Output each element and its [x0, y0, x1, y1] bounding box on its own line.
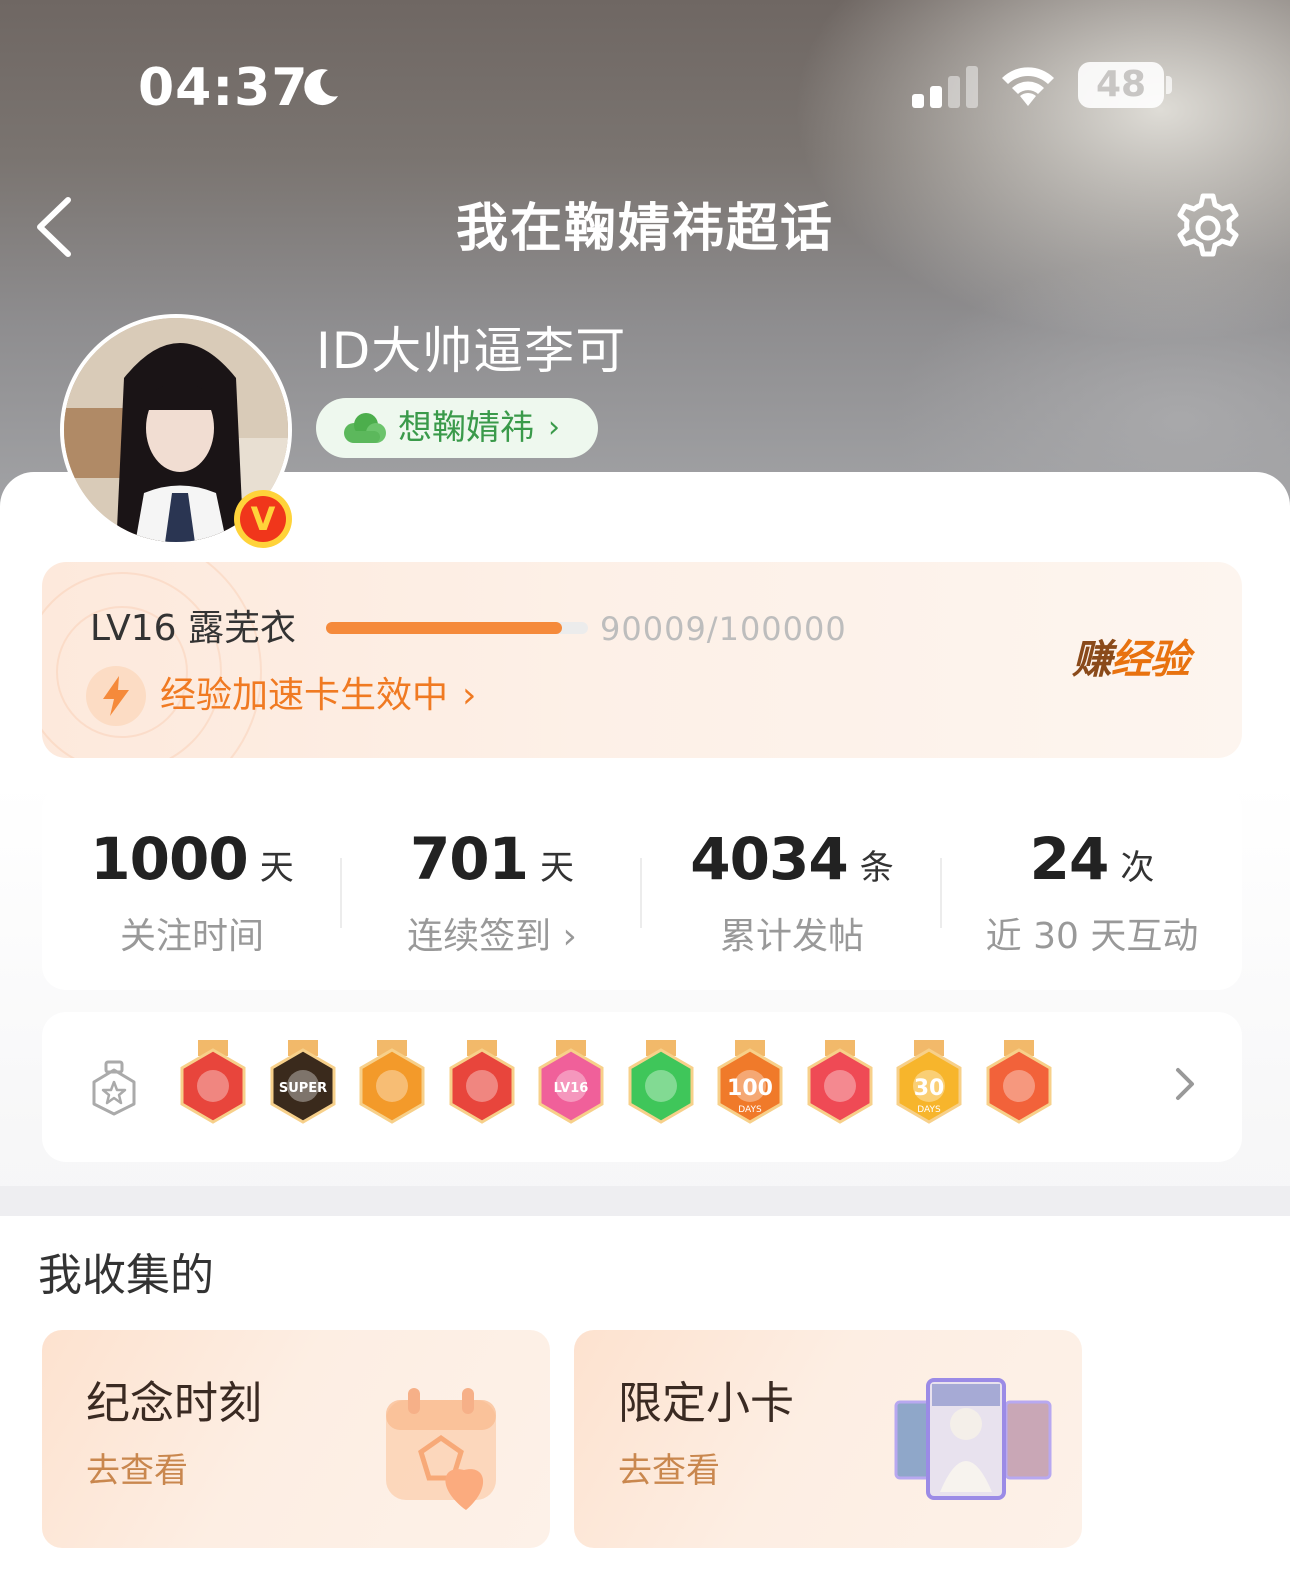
stat-total-posts: 4034 条 累计发帖 [642, 786, 942, 990]
settings-gear-icon[interactable] [1170, 190, 1246, 266]
badge-text: 30 [914, 1076, 945, 1101]
stat-checkin-streak[interactable]: 701 天 连续签到 › [342, 786, 642, 990]
battery-cap [1166, 76, 1172, 94]
rock-hand-badge [986, 1040, 1051, 1124]
badge-text: SUPER [278, 1081, 326, 1096]
username: ID大帅逼李可 [316, 322, 627, 380]
calendar-heart-icon [386, 1388, 496, 1510]
chevron-right-icon: › [462, 675, 477, 716]
hand-badge [628, 1040, 693, 1124]
wifi-icon [1002, 67, 1054, 106]
lv16-badge: LV16 [538, 1040, 604, 1124]
fan-group-pill[interactable]: 想鞠婧祎 › [316, 398, 598, 458]
stat-label: 关注时间 [119, 916, 264, 957]
stat-follow-days: 1000 天 关注时间 [42, 786, 342, 990]
100-days-badge: 100 DAYS [717, 1040, 783, 1124]
badge-days-caption: DAYS [917, 1105, 941, 1115]
verified-v-label: V [240, 496, 286, 542]
stat-unit: 次 [1120, 848, 1155, 888]
stat-label: 连续签到 › [407, 916, 577, 957]
earn-exp-label: 赚经验 [1072, 637, 1190, 683]
level-card[interactable]: LV16 露芜衣 90009/100000 经验加速卡生效中 › 赚经验 [42, 562, 1242, 758]
level-label: LV16 露芜衣 [90, 608, 296, 649]
memorial-moments-card[interactable]: 纪念时刻 去查看 [42, 1330, 550, 1548]
card-subtitle: 去查看 [86, 1451, 188, 1491]
boost-card-link[interactable]: 经验加速卡生效中 [160, 668, 448, 724]
page-title: 我在鞠婧祎超话 [455, 199, 834, 259]
stat-interactions-30d: 24 次 近 30 天互动 [942, 786, 1242, 990]
stat-label: 近 30 天互动 [985, 916, 1199, 957]
badge-days-caption: DAYS [738, 1105, 762, 1115]
card-title: 限定小卡 [618, 1378, 794, 1429]
badge-text: LV16 [554, 1081, 589, 1096]
badge-text: 100 [727, 1076, 773, 1101]
cellular-signal-icon [912, 66, 978, 108]
cat-2-badge [449, 1040, 514, 1124]
crown-badge [359, 1040, 425, 1124]
photo-cards-icon [894, 1378, 1052, 1500]
lightning-icon [86, 666, 146, 726]
section-divider [0, 1186, 1290, 1216]
card-subtitle: 去查看 [618, 1451, 720, 1491]
chevron-right-icon: › [548, 410, 560, 445]
super-badge: SUPER [270, 1040, 335, 1124]
level-progress-text: 90009/100000 [600, 610, 847, 648]
level-progress-fill [326, 622, 562, 634]
stat-value: 4034 [690, 825, 848, 893]
moon-icon [304, 69, 338, 106]
battery-indicator: 48 [1078, 62, 1164, 108]
cat-badge [180, 1040, 246, 1124]
limited-cards-card[interactable]: 限定小卡 去查看 [574, 1330, 1082, 1548]
stat-unit: 条 [859, 848, 894, 888]
badge-collection-icon [92, 1060, 136, 1116]
stat-unit: 天 [259, 848, 294, 888]
stat-value: 1000 [90, 825, 248, 893]
chevron-right-icon [1176, 1068, 1194, 1100]
badges-row[interactable]: SUPER LV16 100 DAYS 30 DAYS [42, 1012, 1242, 1162]
earn-exp-button[interactable]: 赚经验 [1072, 632, 1190, 688]
fan-group-label: 想鞠婧祎 [398, 408, 534, 448]
level-progress-bar [326, 622, 588, 634]
collected-title: 我收集的 [38, 1250, 214, 1301]
trophy-badge [807, 1040, 872, 1124]
stat-label: 累计发帖 [719, 916, 864, 957]
status-time: 04:37 [138, 58, 309, 118]
30-days-badge: 30 DAYS [896, 1040, 962, 1124]
stat-value: 701 [409, 825, 529, 893]
stats-card: 1000 天 关注时间 701 天 连续签到 › 4034 条 累计发帖 24 次 近 … [42, 786, 1242, 990]
stat-unit: 天 [540, 848, 575, 888]
card-title: 纪念时刻 [86, 1378, 262, 1429]
stat-value: 24 [1029, 825, 1110, 893]
cloud-icon [344, 413, 386, 443]
verified-v-badge: V [234, 490, 292, 548]
collected-section: 我收集的 纪念时刻 去查看 限定小卡 去查看 [0, 1216, 1290, 1575]
